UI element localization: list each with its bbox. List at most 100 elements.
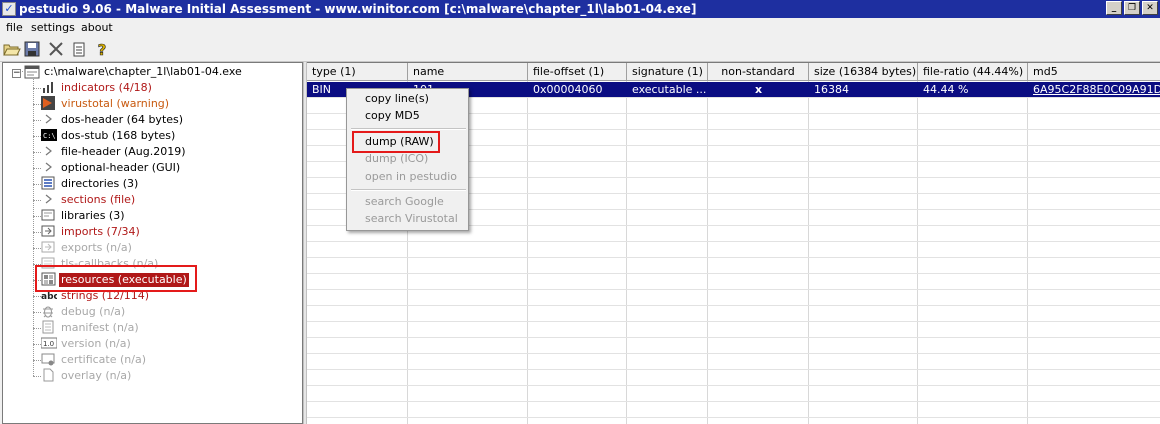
- tree-item-label: directories (3): [61, 177, 139, 190]
- check-icon: ✓: [2, 2, 16, 16]
- tree-connector: [33, 376, 41, 377]
- tree-connector: [33, 360, 41, 361]
- tree-connector: [33, 184, 41, 185]
- tree-item-label: file-header (Aug.2019): [61, 145, 186, 158]
- tree-item-label: overlay (n/a): [61, 369, 132, 382]
- column-divider: [527, 81, 528, 424]
- row-divider: [307, 337, 1160, 338]
- tree-item-sections[interactable]: sections (file): [41, 192, 291, 208]
- tree-item-label: indicators (4/18): [61, 81, 152, 94]
- tree-connector: [33, 168, 41, 169]
- column-header[interactable]: size (16384 bytes): [809, 63, 918, 81]
- chart-icon: [41, 80, 57, 96]
- tree-item-dos-stub[interactable]: C:\ dos-stub (168 bytes): [41, 128, 291, 144]
- export-icon: [41, 240, 57, 256]
- tree-item-label: imports (7/34): [61, 225, 140, 238]
- menu-bar: file settings about: [0, 18, 1160, 37]
- tree-connector: [33, 312, 41, 313]
- column-divider: [917, 81, 918, 424]
- close-file-icon[interactable]: [47, 40, 65, 58]
- row-divider: [307, 273, 1160, 274]
- tree-item-indicators[interactable]: indicators (4/18): [41, 80, 291, 96]
- help-icon[interactable]: ?: [93, 40, 111, 58]
- tree-item-certificate[interactable]: certificate (n/a): [41, 352, 291, 368]
- version-icon: 1.0: [40, 336, 58, 352]
- tree-item-dos-header[interactable]: dos-header (64 bytes): [41, 112, 291, 128]
- menu-file[interactable]: file: [6, 21, 23, 34]
- table-cell: 44.44 %: [923, 83, 969, 96]
- arrow-right-icon: [41, 192, 57, 208]
- tree-item-label: libraries (3): [61, 209, 125, 222]
- minimize-button[interactable]: _: [1106, 1, 1122, 15]
- table-cell: x: [754, 83, 763, 96]
- tree-root-label: c:\malware\chapter_1l\lab01-04.exe: [44, 65, 242, 78]
- menu-copy-lines[interactable]: copy line(s): [365, 91, 429, 107]
- svg-text:abc: abc: [41, 292, 57, 302]
- restore-button[interactable]: ❐: [1124, 1, 1140, 15]
- save-icon[interactable]: [23, 40, 41, 58]
- open-folder-icon[interactable]: [3, 40, 21, 58]
- manifest-icon: [41, 320, 57, 336]
- tree-connector: [33, 248, 41, 249]
- table-cell: 16384: [814, 83, 849, 96]
- tree-item-debug[interactable]: debug (n/a): [41, 304, 291, 320]
- svg-text:1.0: 1.0: [43, 340, 54, 348]
- menu-open-in-pestudio[interactable]: open in pestudio: [365, 169, 457, 185]
- tree-item-label: dos-stub (168 bytes): [61, 129, 176, 142]
- tree-item-exports[interactable]: exports (n/a): [41, 240, 291, 256]
- document-icon: [41, 368, 57, 384]
- annotation-box: [352, 131, 440, 153]
- column-header[interactable]: md5: [1028, 63, 1160, 81]
- table-cell: executable ...: [632, 83, 707, 96]
- tree-item-imports[interactable]: imports (7/34): [41, 224, 291, 240]
- menu-separator: [351, 189, 466, 191]
- column-header[interactable]: signature (1): [627, 63, 708, 81]
- tree-connector: [33, 104, 41, 105]
- svg-text:?: ?: [98, 41, 107, 58]
- tree-panel: − c:\malware\chapter_1l\lab01-04.exe ind…: [2, 62, 303, 424]
- menu-search-virustotal[interactable]: search Virustotal: [365, 211, 458, 227]
- arrow-right-icon: [41, 160, 57, 176]
- library-icon: [41, 208, 57, 224]
- tree-item-label: certificate (n/a): [61, 353, 147, 366]
- tree-connector: [33, 328, 41, 329]
- menu-search-google[interactable]: search Google: [365, 194, 444, 210]
- menu-separator: [351, 128, 466, 130]
- tree-item-label: sections (file): [61, 193, 136, 206]
- tree-item-libraries[interactable]: libraries (3): [41, 208, 291, 224]
- tree-item-optional-header[interactable]: optional-header (GUI): [41, 160, 291, 176]
- menu-copy-md5[interactable]: copy MD5: [365, 108, 420, 124]
- tree-item-virustotal[interactable]: virustotal (warning): [41, 96, 291, 112]
- collapse-icon[interactable]: −: [12, 69, 21, 78]
- row-divider: [307, 305, 1160, 306]
- column-header[interactable]: type (1): [307, 63, 408, 81]
- tree-item-manifest[interactable]: manifest (n/a): [41, 320, 291, 336]
- md5-link[interactable]: 6A95C2F88E0C09A91D69: [1028, 82, 1160, 97]
- column-header[interactable]: non-standard: [708, 63, 809, 81]
- column-header[interactable]: name: [408, 63, 528, 81]
- tree-connector: [33, 216, 41, 217]
- import-icon: [41, 224, 57, 240]
- close-button[interactable]: ✕: [1142, 1, 1158, 15]
- menu-settings[interactable]: settings: [31, 21, 75, 34]
- tree-root[interactable]: − c:\malware\chapter_1l\lab01-04.exe: [7, 64, 297, 80]
- column-header[interactable]: file-offset (1): [528, 63, 627, 81]
- tree-item-directories[interactable]: directories (3): [41, 176, 291, 192]
- title-bar: ✓ pestudio 9.06 - Malware Initial Assess…: [0, 0, 1160, 18]
- tree-item-version[interactable]: 1.0 version (n/a): [40, 336, 291, 352]
- tree-item-label: exports (n/a): [61, 241, 132, 254]
- toolbar: ?: [0, 37, 1160, 62]
- menu-about[interactable]: about: [81, 21, 113, 34]
- tree-item-file-header[interactable]: file-header (Aug.2019): [41, 144, 291, 160]
- tree-item-overlay[interactable]: overlay (n/a): [41, 368, 291, 384]
- column-divider: [1027, 81, 1028, 424]
- arrow-right-icon: [41, 112, 57, 128]
- context-menu: copy line(s) copy MD5 dump (RAW) dump (I…: [346, 88, 469, 231]
- certificate-icon: [41, 352, 57, 368]
- menu-dump-ico[interactable]: dump (ICO): [365, 151, 428, 167]
- tree-connector: [33, 88, 41, 89]
- clipboard-icon[interactable]: [70, 40, 88, 58]
- directory-icon: [41, 176, 57, 192]
- column-header[interactable]: file-ratio (44.44%): [918, 63, 1028, 81]
- row-divider: [307, 369, 1160, 370]
